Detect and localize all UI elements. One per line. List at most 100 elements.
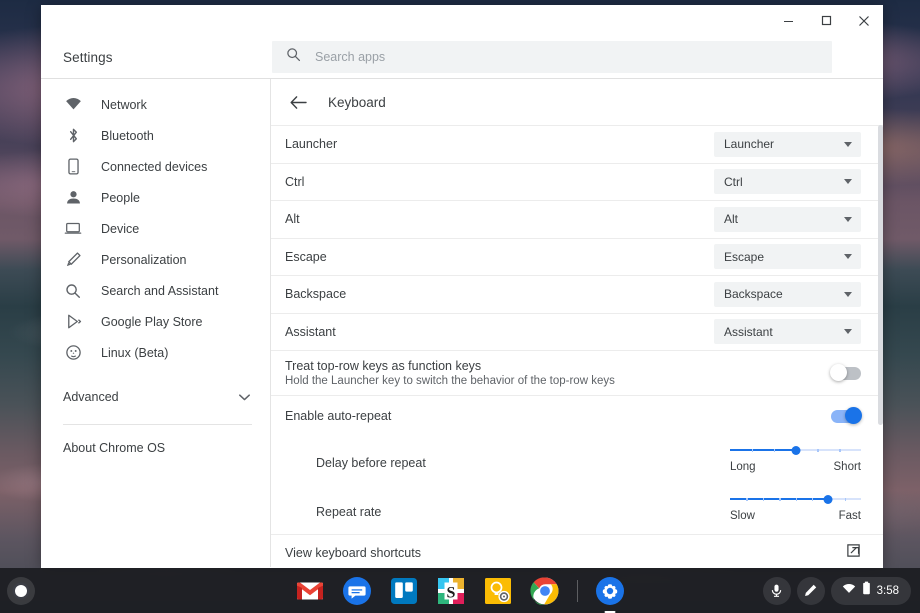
external-link-icon[interactable] (846, 543, 861, 563)
auto-repeat-row: Enable auto-repeat (271, 395, 883, 436)
alt-key-dropdown[interactable]: Alt (714, 206, 861, 232)
sidebar-item-about-chrome-os[interactable]: About Chrome OS (41, 431, 270, 465)
sidebar-item-label: Network (101, 97, 147, 112)
row-label: Enable auto-repeat (285, 409, 392, 423)
play-store-icon (63, 312, 83, 332)
repeat-rate-row: Repeat rate Slow Fast (271, 485, 883, 534)
running-indicator (604, 610, 616, 613)
slider-tick (746, 497, 748, 501)
microphone-button[interactable] (762, 576, 791, 605)
svg-text:S: S (447, 584, 456, 601)
battery-icon (862, 581, 871, 600)
repeat-rate-slider[interactable] (730, 492, 861, 506)
slider-thumb[interactable] (791, 445, 800, 455)
launcher-key-dropdown[interactable]: Launcher (714, 131, 861, 157)
content-scrollbar[interactable] (878, 125, 883, 567)
shelf-item-messages[interactable] (342, 576, 372, 606)
search-input[interactable]: Search apps (272, 41, 832, 73)
escape-key-dropdown[interactable]: Escape (714, 244, 861, 270)
dropdown-value: Backspace (724, 287, 783, 302)
chevron-down-icon (844, 179, 852, 185)
row-label: View keyboard shortcuts (285, 546, 421, 560)
sidebar-item-search-and-assistant[interactable]: Search and Assistant (41, 275, 270, 306)
sidebar-item-google-play-store[interactable]: Google Play Store (41, 306, 270, 337)
table-row: Backspace Backspace (271, 275, 883, 313)
slider-tick (751, 448, 754, 452)
auto-repeat-toggle[interactable] (831, 407, 862, 424)
slider-min-label: Slow (730, 510, 755, 522)
shelf-item-chrome[interactable] (530, 576, 560, 606)
chevron-down-icon (844, 291, 852, 297)
table-row: Alt Alt (271, 200, 883, 238)
view-keyboard-shortcuts-row[interactable]: View keyboard shortcuts (271, 534, 883, 567)
search-icon (286, 47, 301, 67)
launcher-icon (15, 584, 27, 597)
launcher-button[interactable] (7, 576, 35, 605)
shelf-item-gmail[interactable] (295, 576, 325, 606)
ctrl-key-dropdown[interactable]: Ctrl (714, 169, 861, 195)
sidebar-item-bluetooth[interactable]: Bluetooth (41, 120, 270, 151)
sidebar-item-people[interactable]: People (41, 182, 270, 213)
penguin-icon (63, 343, 83, 363)
sidebar-item-personalization[interactable]: Personalization (41, 244, 270, 275)
sidebar-advanced-label: Advanced (63, 390, 119, 404)
sidebar-item-linux-beta[interactable]: Linux (Beta) (41, 337, 270, 368)
row-label: Backspace (285, 287, 347, 302)
slider-thumb[interactable] (823, 494, 833, 504)
chrome-icon (530, 576, 559, 605)
brush-icon (63, 250, 83, 270)
person-icon (63, 188, 83, 208)
toggle-knob (845, 407, 862, 424)
row-sublabel: Hold the Launcher key to switch the beha… (285, 375, 615, 387)
slider-max-label: Short (833, 461, 862, 473)
shelf-item-slack[interactable]: S (436, 576, 466, 606)
slider-tick (844, 497, 847, 501)
settings-content: Keyboard Launcher Launcher Ctrl Ctrl Alt (271, 79, 883, 567)
system-tray: 3:58 (762, 576, 911, 605)
scrollbar-thumb[interactable] (878, 125, 883, 425)
keep-icon (485, 577, 511, 604)
sidebar-item-label: Personalization (101, 252, 187, 267)
sidebar-item-label: Connected devices (101, 159, 208, 174)
shelf-item-google-keep[interactable] (483, 576, 513, 606)
sidebar-item-label: Device (101, 221, 140, 236)
slider-fill (730, 449, 796, 451)
slider-tick (811, 497, 814, 501)
slider-max-label: Fast (838, 510, 861, 522)
status-area[interactable]: 3:58 (830, 576, 911, 605)
assistant-key-dropdown[interactable]: Assistant (714, 319, 861, 345)
clock-label: 3:58 (876, 584, 899, 597)
shelf-item-trello[interactable] (389, 576, 419, 606)
toggle-knob (830, 364, 847, 381)
shelf-item-settings[interactable] (595, 576, 625, 613)
stylus-button[interactable] (796, 576, 825, 605)
slider-min-label: Long (730, 461, 756, 473)
settings-window: Settings Search apps Network Bluetooth C… (41, 5, 883, 568)
delay-before-repeat-slider[interactable] (730, 443, 861, 457)
back-arrow-icon[interactable] (285, 89, 311, 115)
sidebar-item-label: Google Play Store (101, 314, 203, 329)
chevron-down-icon (844, 329, 852, 335)
shelf-app-strip: S (295, 576, 625, 613)
sidebar-item-network[interactable]: Network (41, 89, 270, 120)
minimize-window-button[interactable] (769, 5, 807, 36)
maximize-window-button[interactable] (807, 5, 845, 36)
sidebar-item-connected-devices[interactable]: Connected devices (41, 151, 270, 182)
backspace-key-dropdown[interactable]: Backspace (714, 281, 861, 307)
slider-label: Delay before repeat (316, 456, 426, 470)
sidebar-item-label: Linux (Beta) (101, 345, 169, 360)
sidebar-about-label: About Chrome OS (63, 441, 166, 455)
sidebar-item-device[interactable]: Device (41, 213, 270, 244)
sidebar-item-label: People (101, 190, 140, 205)
slider-tick (817, 448, 819, 452)
close-window-button[interactable] (845, 5, 883, 36)
stylus-pen-icon (805, 584, 817, 597)
dropdown-value: Assistant (724, 324, 773, 339)
function-keys-toggle[interactable] (830, 364, 861, 381)
delay-before-repeat-row: Delay before repeat Long Short (271, 436, 883, 485)
settings-gear-icon (596, 576, 624, 605)
sidebar-divider (63, 424, 252, 425)
phone-icon (63, 157, 83, 177)
sidebar-item-label: Search and Assistant (101, 283, 219, 298)
sidebar-advanced-toggle[interactable]: Advanced (41, 380, 270, 414)
